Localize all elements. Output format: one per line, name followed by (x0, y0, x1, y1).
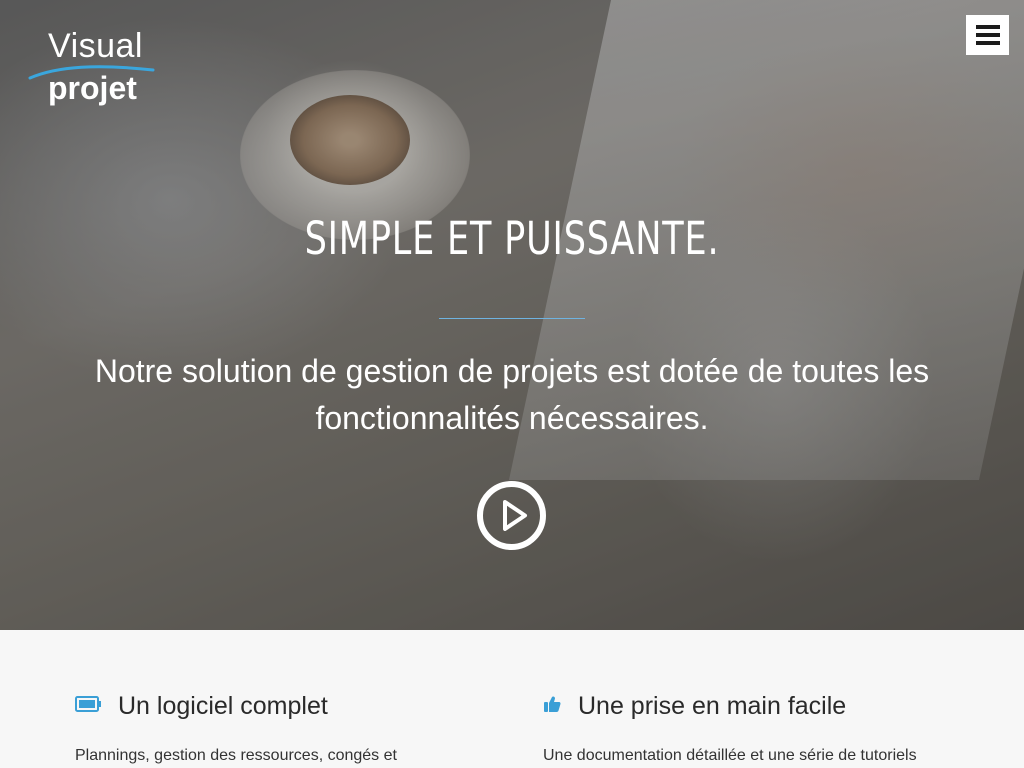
play-icon (503, 500, 527, 531)
logo[interactable]: Visual projet (28, 28, 158, 110)
hamburger-menu-icon (975, 25, 1000, 29)
battery-icon (75, 695, 118, 717)
feature-text: Plannings, gestion des ressources, congé… (75, 747, 397, 764)
feature-easy-handling: Une prise en main facile Une documentati… (543, 690, 963, 766)
play-video-button[interactable] (477, 481, 546, 550)
hamburger-menu-icon-bar (975, 41, 1000, 45)
hero-subtitle: Notre solution de gestion de projets est… (94, 353, 930, 436)
logo-text-visual: Visual (48, 27, 143, 65)
logo-text-projet: projet (48, 70, 137, 106)
hero-section: Visual projet SIMPLE ET PUISSANTE. Notre… (0, 0, 1024, 630)
hero-divider (439, 318, 585, 319)
hamburger-menu-icon-bar (975, 33, 1000, 37)
feature-text: Une documentation détaillée et une série… (543, 747, 917, 764)
features-section: Un logiciel complet Plannings, gestion d… (0, 630, 1024, 768)
thumbs-up-icon (543, 695, 578, 718)
hero-title: SIMPLE ET PUISSANTE. (304, 212, 720, 265)
menu-button[interactable] (966, 15, 1009, 55)
feature-complete-software: Un logiciel complet Plannings, gestion d… (75, 690, 475, 766)
feature-title: Un logiciel complet (118, 692, 328, 720)
feature-title: Une prise en main facile (578, 692, 847, 720)
